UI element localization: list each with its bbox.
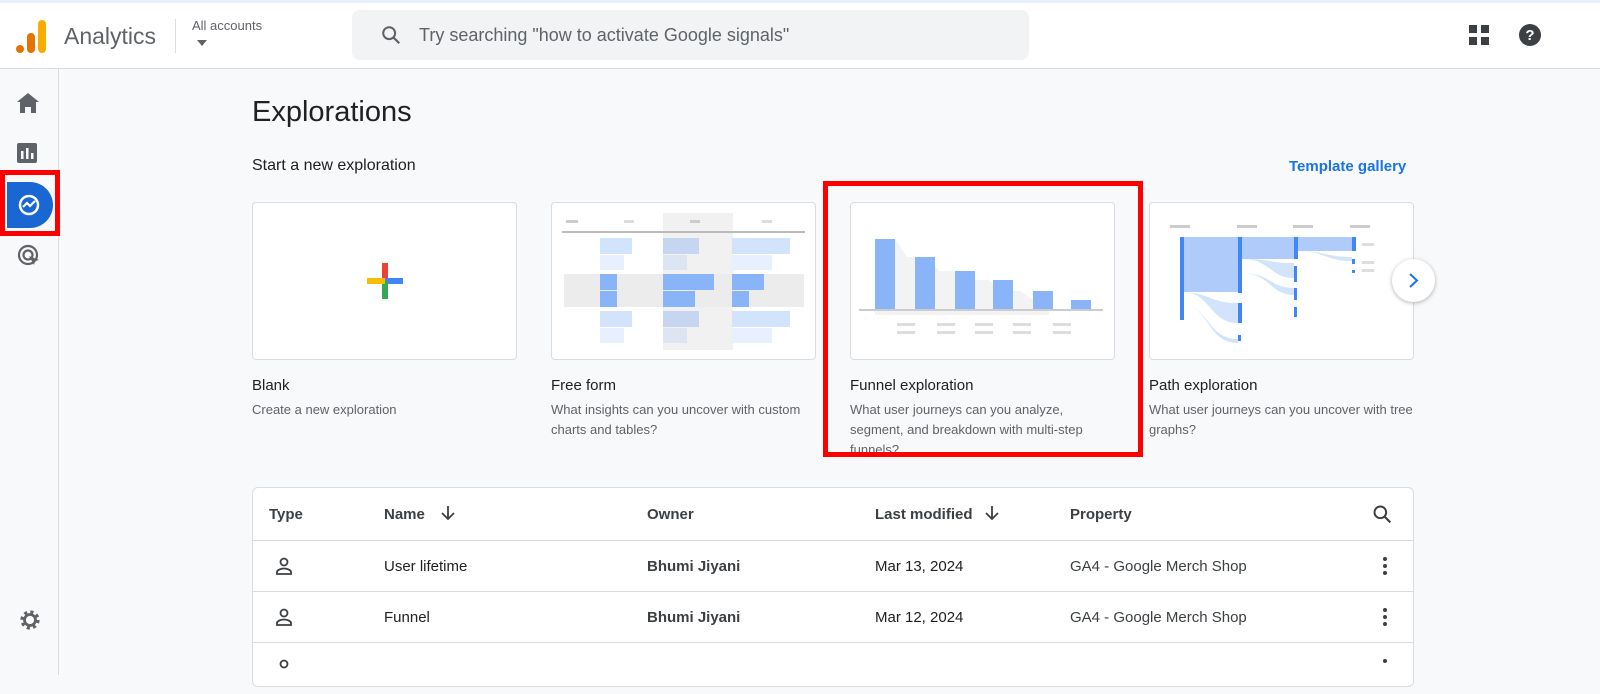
search-bar[interactable] xyxy=(352,10,1029,60)
plus-icon xyxy=(367,263,403,299)
exploration-name[interactable]: User lifetime xyxy=(384,558,467,575)
card-blank[interactable] xyxy=(252,202,517,360)
home-icon[interactable] xyxy=(17,93,39,113)
owner: Bhumi Jiyani xyxy=(647,609,741,626)
path-preview xyxy=(1170,225,1374,343)
help-icon[interactable]: ? xyxy=(1519,24,1541,46)
more-vert-icon[interactable] xyxy=(1383,608,1387,626)
col-property[interactable]: Property xyxy=(1070,506,1132,523)
user-icon xyxy=(279,659,289,669)
app-name: Analytics xyxy=(64,23,157,49)
last-modified: Mar 12, 2024 xyxy=(875,609,964,626)
apps-grid-icon[interactable] xyxy=(1469,25,1489,45)
exploration-name[interactable]: Funnel xyxy=(384,609,430,626)
col-last-modified[interactable]: Last modified xyxy=(875,506,973,523)
settings-icon[interactable] xyxy=(19,609,41,631)
user-icon xyxy=(276,608,292,626)
sort-arrow-icon[interactable] xyxy=(441,505,455,521)
search-icon xyxy=(382,26,401,45)
property: GA4 - Google Merch Shop xyxy=(1070,609,1247,626)
search-icon[interactable] xyxy=(1372,504,1392,524)
page-title: Explorations xyxy=(252,96,412,128)
template-gallery-link[interactable]: Template gallery xyxy=(1289,158,1406,175)
card-title: Free form xyxy=(551,377,617,394)
app-header: Analytics All accounts ? xyxy=(0,3,1600,69)
table-row[interactable]: User lifetime Bhumi Jiyani Mar 13, 2024 … xyxy=(253,541,1413,592)
card-title: Path exploration xyxy=(1149,377,1258,394)
property: GA4 - Google Merch Shop xyxy=(1070,558,1247,575)
free-form-preview xyxy=(562,213,805,350)
caret-down-icon[interactable] xyxy=(197,40,207,46)
sidebar xyxy=(0,69,59,675)
card-description: Create a new exploration xyxy=(252,402,397,417)
table-row[interactable] xyxy=(253,643,1413,694)
more-vert-icon[interactable] xyxy=(1383,659,1387,677)
account-selector[interactable]: All accounts xyxy=(192,18,262,33)
highlight-box-funnel xyxy=(823,181,1143,457)
sort-arrow-icon[interactable] xyxy=(985,505,999,521)
search-input[interactable] xyxy=(419,10,1009,60)
chevron-right-icon xyxy=(1409,273,1419,288)
advertising-icon[interactable] xyxy=(17,244,41,268)
card-description: What insights can you uncover with custo… xyxy=(551,402,801,437)
user-icon xyxy=(276,557,292,575)
card-free-form[interactable] xyxy=(551,202,816,360)
reports-icon[interactable] xyxy=(17,143,37,163)
section-subtitle: Start a new exploration xyxy=(252,157,416,174)
next-templates-button[interactable] xyxy=(1392,259,1435,302)
col-owner[interactable]: Owner xyxy=(647,506,694,523)
last-modified: Mar 13, 2024 xyxy=(875,558,964,575)
divider xyxy=(175,19,176,53)
col-name[interactable]: Name xyxy=(384,506,425,523)
table-header: Type Name Owner Last modified Property xyxy=(253,488,1413,541)
col-type[interactable]: Type xyxy=(269,506,303,523)
svg-text:?: ? xyxy=(1525,27,1534,44)
card-title: Blank xyxy=(252,377,290,394)
analytics-logo xyxy=(16,20,46,53)
table-row[interactable]: Funnel Bhumi Jiyani Mar 12, 2024 GA4 - G… xyxy=(253,592,1413,643)
highlight-box-explore xyxy=(0,170,60,236)
card-path-exploration[interactable] xyxy=(1149,202,1414,360)
explorations-table: Type Name Owner Last modified Property U… xyxy=(252,487,1414,687)
owner: Bhumi Jiyani xyxy=(647,558,741,575)
card-description: What user journeys can you uncover with … xyxy=(1149,402,1413,437)
more-vert-icon[interactable] xyxy=(1383,557,1387,575)
